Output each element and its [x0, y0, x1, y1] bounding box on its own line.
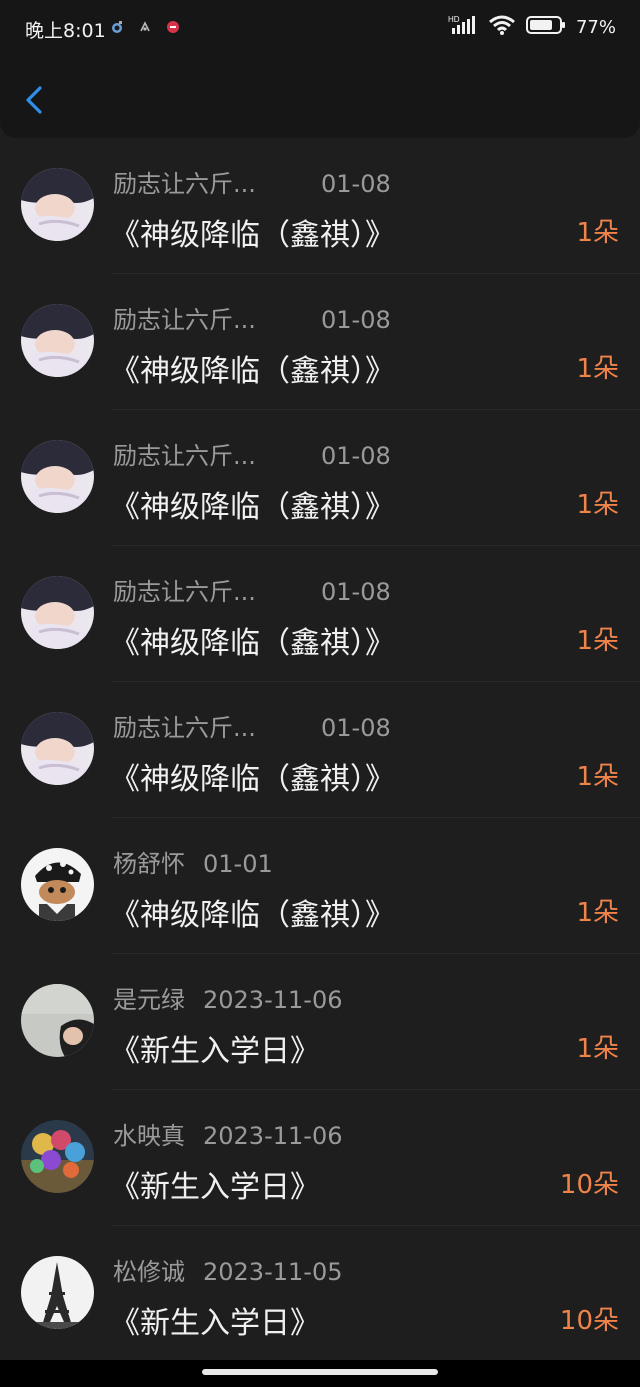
gift-count: 1朵	[576, 626, 619, 656]
boy-sleeping-avatar-icon	[21, 712, 94, 785]
avatar	[21, 440, 94, 513]
user-name: 杨舒怀	[113, 850, 185, 878]
list-item[interactable]: 是元绿 2023-11-06 《新生入学日》 1朵	[0, 954, 640, 1090]
user-name: 水映真	[113, 1122, 185, 1150]
user-name: 励志让六斤...	[113, 170, 256, 198]
avatar	[21, 712, 94, 785]
avatar	[21, 1256, 94, 1329]
status-bar: 晚上8:01 HD 77%	[0, 0, 640, 58]
list-item[interactable]: 励志让六斤... 01-08 《神级降临（鑫祺）》 1朵	[0, 682, 640, 818]
list-item[interactable]: 励志让六斤... 01-08 《神级降临（鑫祺）》 1朵	[0, 274, 640, 410]
gift-count: 1朵	[576, 898, 619, 928]
chevron-left-icon	[26, 86, 42, 114]
balloons-avatar-icon	[21, 1120, 94, 1193]
notification-icons	[110, 19, 180, 38]
row-meta: 水映真 2023-11-06	[113, 1116, 342, 1151]
boy-sleeping-avatar-icon	[21, 440, 94, 513]
battery-percentage: 77%	[575, 16, 616, 38]
record-date: 01-08	[321, 578, 391, 606]
book-title: 《新生入学日》	[110, 1034, 320, 1069]
app-notification-icon	[166, 19, 180, 38]
record-date: 01-08	[321, 442, 391, 470]
list-item[interactable]: 励志让六斤... 01-08 《神级降临（鑫祺）》 1朵	[0, 410, 640, 546]
book-title: 《神级降临（鑫祺）》	[110, 354, 395, 389]
avatar	[21, 1120, 94, 1193]
header-bar	[0, 58, 640, 138]
home-indicator[interactable]	[202, 1369, 438, 1375]
record-date: 01-08	[321, 170, 391, 198]
user-name: 励志让六斤...	[113, 306, 256, 334]
user-name: 是元绿	[113, 986, 185, 1014]
status-right: HD 77%	[448, 14, 616, 40]
avatar	[21, 848, 94, 921]
back-button[interactable]	[18, 80, 52, 120]
gift-count: 10朵	[559, 1306, 619, 1336]
boy-sleeping-avatar-icon	[21, 576, 94, 649]
row-meta: 松修诚 2023-11-05	[113, 1252, 342, 1287]
list-item[interactable]: 励志让六斤... 01-08 《神级降临（鑫祺）》 1朵	[0, 546, 640, 682]
book-title: 《神级降临（鑫祺）》	[110, 898, 395, 933]
gift-count: 1朵	[576, 354, 619, 384]
row-meta: 是元绿 2023-11-06	[113, 980, 342, 1015]
list-item[interactable]: 水映真 2023-11-06 《新生入学日》 10朵	[0, 1090, 640, 1226]
row-meta: 励志让六斤... 01-08	[113, 572, 391, 607]
gift-count: 1朵	[576, 490, 619, 520]
record-date: 01-08	[321, 714, 391, 742]
gift-count: 1朵	[576, 1034, 619, 1064]
book-title: 《神级降临（鑫祺）》	[110, 762, 395, 797]
row-meta: 励志让六斤... 01-08	[113, 300, 391, 335]
app-notification-icon	[110, 19, 124, 38]
avatar	[21, 576, 94, 649]
user-name: 励志让六斤...	[113, 714, 256, 742]
book-title: 《新生入学日》	[110, 1170, 320, 1205]
screen: 晚上8:01 HD 77% 励志让六斤... 01-08 《神级降临（鑫祺）》 …	[0, 0, 640, 1387]
book-title: 《神级降临（鑫祺）》	[110, 626, 395, 661]
boy-sleeping-avatar-icon	[21, 304, 94, 377]
list-item[interactable]: 杨舒怀 01-01 《神级降临（鑫祺）》 1朵	[0, 818, 640, 954]
gift-record-list: 励志让六斤... 01-08 《神级降临（鑫祺）》 1朵 励志让六斤... 01-0…	[0, 138, 640, 1362]
user-name: 励志让六斤...	[113, 578, 256, 606]
row-meta: 励志让六斤... 01-08	[113, 708, 391, 743]
gift-count: 1朵	[576, 218, 619, 248]
user-name: 松修诚	[113, 1258, 185, 1286]
signal-icon: HD	[448, 14, 478, 40]
record-date: 2023-11-06	[203, 1122, 343, 1150]
row-meta: 杨舒怀 01-01	[113, 844, 273, 879]
app-notification-icon	[138, 19, 152, 38]
list-item[interactable]: 励志让六斤... 01-08 《神级降临（鑫祺）》 1朵	[0, 138, 640, 274]
list-item[interactable]: 松修诚 2023-11-05 《新生入学日》 10朵	[0, 1226, 640, 1362]
avatar	[21, 168, 94, 241]
boy-sleeping-avatar-icon	[21, 168, 94, 241]
book-title: 《神级降临（鑫祺）》	[110, 218, 395, 253]
wifi-icon	[488, 14, 516, 40]
record-date: 2023-11-06	[203, 986, 343, 1014]
gift-count: 10朵	[559, 1170, 619, 1200]
gift-count: 1朵	[576, 762, 619, 792]
row-meta: 励志让六斤... 01-08	[113, 164, 391, 199]
record-date: 2023-11-05	[203, 1258, 343, 1286]
user-name: 励志让六斤...	[113, 442, 256, 470]
battery-icon	[525, 15, 566, 39]
avatar	[21, 984, 94, 1057]
person-wall-avatar-icon	[21, 984, 94, 1057]
row-meta: 励志让六斤... 01-08	[113, 436, 391, 471]
book-title: 《神级降临（鑫祺）》	[110, 490, 395, 525]
status-time: 晚上8:01	[25, 20, 106, 42]
svg-text:HD: HD	[448, 15, 460, 24]
record-date: 01-08	[321, 306, 391, 334]
eiffel-tower-avatar-icon	[21, 1256, 94, 1329]
cartoon-character-avatar-icon	[21, 848, 94, 921]
record-date: 01-01	[203, 850, 273, 878]
book-title: 《新生入学日》	[110, 1306, 320, 1341]
navigation-bar	[0, 1360, 640, 1387]
avatar	[21, 304, 94, 377]
